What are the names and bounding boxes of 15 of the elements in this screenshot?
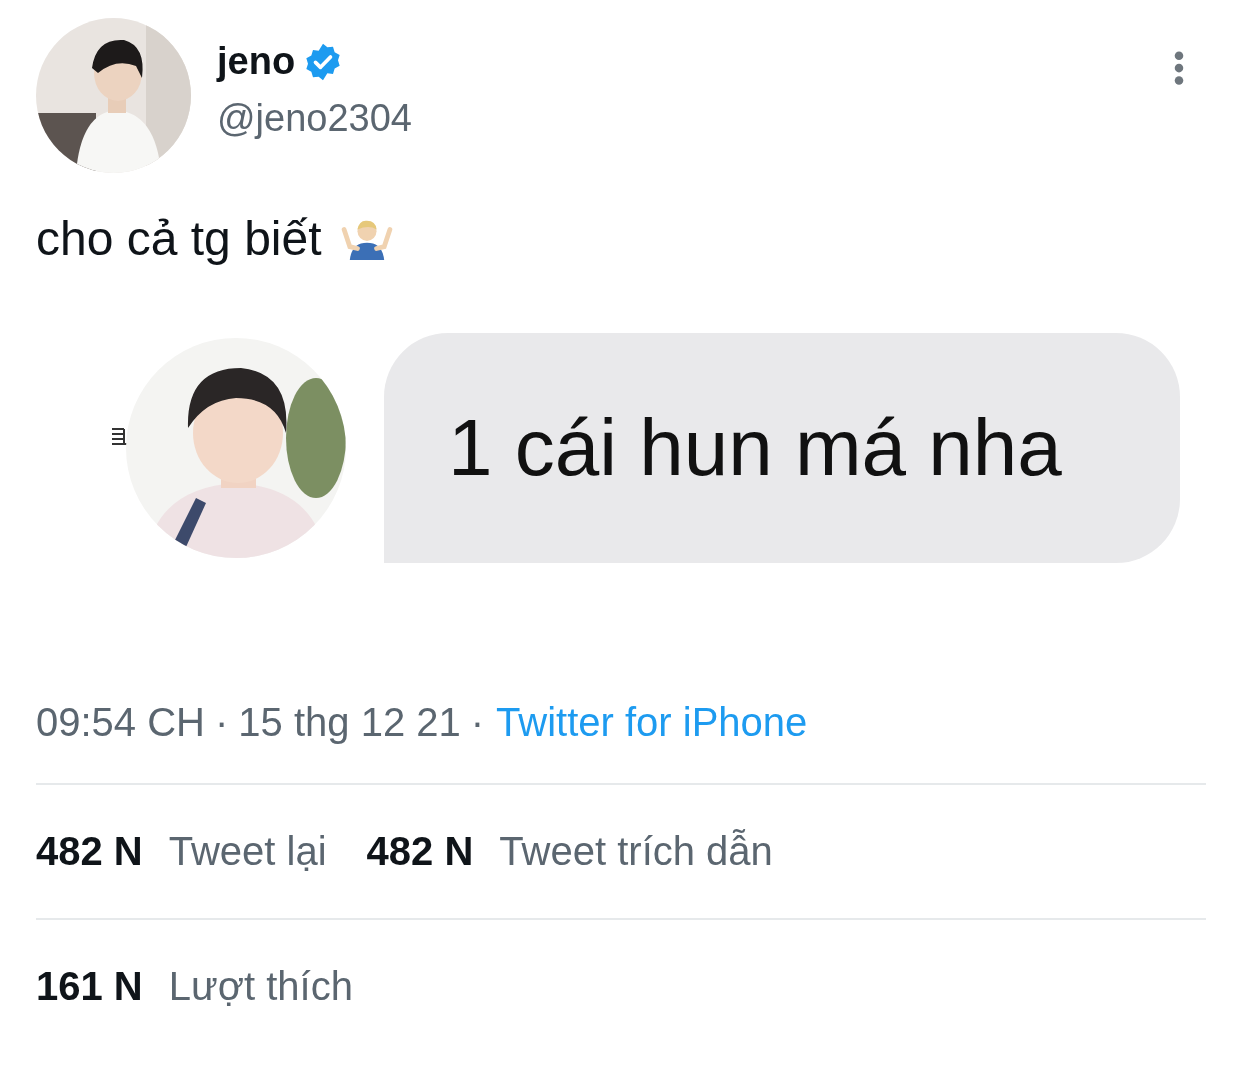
separator: · [215, 700, 229, 745]
source-link[interactable]: Twitter for iPhone [496, 700, 808, 745]
likes-label[interactable]: Lượt thích [168, 964, 353, 1009]
separator: · [470, 700, 485, 745]
tweet-text: cho cả tg biết [36, 211, 322, 266]
stat-count: 482 N [366, 829, 474, 874]
tweet-time: 09:54 CH [36, 700, 205, 745]
stat-label[interactable]: Tweet trích dẫn [499, 829, 773, 874]
stat-label[interactable]: Tweet lại [168, 829, 327, 874]
message-text: 1 cái hun má nha [448, 402, 1062, 494]
author-name[interactable]: jeno [217, 40, 296, 83]
likes-count: 161 N [36, 964, 143, 1009]
tweet-date: 15 thg 12 21 [238, 700, 461, 745]
stat-count: 482 N [36, 829, 143, 874]
author-handle: @jeno2304 [217, 97, 413, 140]
